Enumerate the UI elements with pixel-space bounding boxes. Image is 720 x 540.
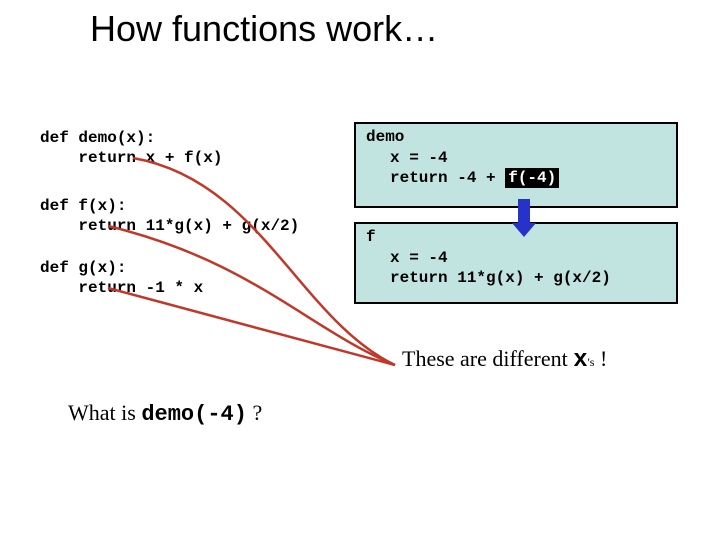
trace-f-line2: return 11*g(x) + g(x/2): [390, 269, 611, 287]
code-def-g: def g(x): return -1 * x: [40, 258, 203, 298]
down-arrow-icon: [518, 199, 536, 237]
question-prefix: What is: [68, 400, 141, 425]
footnote-x: x: [573, 347, 587, 374]
trace-demo-line1: x = -4: [390, 149, 448, 167]
trace-demo-head: demo: [366, 128, 404, 146]
question-text: What is demo(-4) ?: [68, 400, 262, 427]
trace-demo-body: x = -4 return -4 + f(-4): [390, 148, 559, 188]
question-suffix: ?: [247, 400, 262, 425]
trace-f-line1: x = -4: [390, 249, 448, 267]
trace-demo-line2-prefix: return -4 +: [390, 169, 505, 187]
footnote-post: !: [594, 346, 607, 371]
trace-f-head: f: [366, 228, 376, 246]
footnote-pre: These are different: [402, 346, 573, 371]
slide-title: How functions work…: [90, 8, 438, 50]
question-call: demo(-4): [141, 402, 247, 427]
trace-demo-line2-call: f(-4): [505, 168, 559, 188]
trace-f-body: x = -4 return 11*g(x) + g(x/2): [390, 248, 611, 288]
code-def-f: def f(x): return 11*g(x) + g(x/2): [40, 196, 299, 236]
footnote-text: These are different x's !: [402, 346, 607, 374]
code-def-demo: def demo(x): return x + f(x): [40, 128, 222, 168]
trace-box-demo: demo x = -4 return -4 + f(-4): [354, 122, 678, 208]
